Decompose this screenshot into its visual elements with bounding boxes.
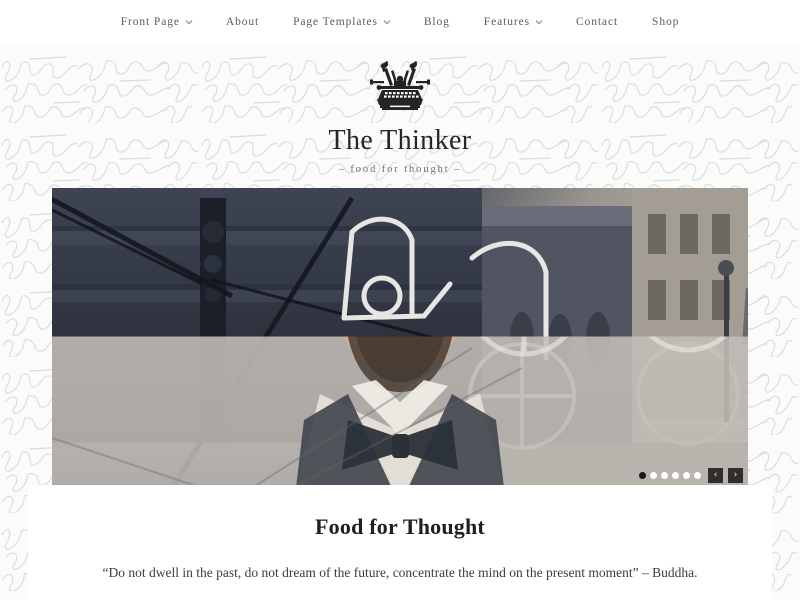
slider-dot-5[interactable]	[683, 472, 690, 479]
chevron-down-icon	[383, 18, 391, 25]
nav-item-label: Front Page	[120, 16, 180, 28]
site-tagline: – food for thought –	[338, 164, 462, 176]
slider-controls: ‹ ›	[637, 468, 743, 483]
hero-slider[interactable]: ‹ ›	[52, 188, 748, 488]
slider-dots[interactable]	[637, 472, 703, 479]
top-navigation-bar: Front Page About Page Templates Blog Feature…	[0, 0, 800, 45]
slider-dot-1[interactable]	[639, 472, 646, 479]
nav-item-features[interactable]: Features	[467, 0, 559, 45]
nav-item-front-page[interactable]: Front Page	[104, 0, 209, 45]
slider-dot-4[interactable]	[672, 472, 679, 479]
site-title[interactable]: The Thinker	[0, 125, 800, 157]
slider-dot-2[interactable]	[650, 472, 657, 479]
nav-item-label: Page Templates	[293, 16, 378, 28]
slider-dot-6[interactable]	[694, 472, 701, 479]
nav-item-label: Contact	[575, 16, 619, 28]
chevron-down-icon	[185, 18, 193, 25]
nav-item-contact[interactable]: Contact	[559, 0, 635, 45]
nav-item-blog[interactable]: Blog	[407, 0, 467, 45]
site-branding: The Thinker – food for thought –	[0, 45, 800, 175]
main-menu: Front Page About Page Templates Blog Feature…	[104, 0, 697, 45]
nav-item-label: About	[225, 16, 260, 28]
slider-next-button[interactable]: ›	[728, 468, 743, 483]
typewriter-with-birds-logo-icon[interactable]	[364, 59, 436, 117]
content-quote: “Do not dwell in the past, do not dream …	[102, 564, 698, 580]
content-title: Food for Thought	[315, 514, 485, 539]
nav-item-about[interactable]: About	[209, 0, 276, 45]
slider-dot-3[interactable]	[661, 472, 668, 479]
nav-item-shop[interactable]: Shop	[635, 0, 696, 45]
nav-item-label: Blog	[423, 16, 450, 28]
chevron-down-icon	[535, 18, 543, 25]
slider-prev-button[interactable]: ‹	[708, 468, 723, 483]
nav-item-page-templates[interactable]: Page Templates	[276, 0, 407, 45]
nav-item-label: Shop	[652, 16, 680, 28]
content-card: Food for Thought “Do not dwell in the pa…	[28, 485, 772, 600]
nav-item-label: Features	[483, 16, 530, 28]
